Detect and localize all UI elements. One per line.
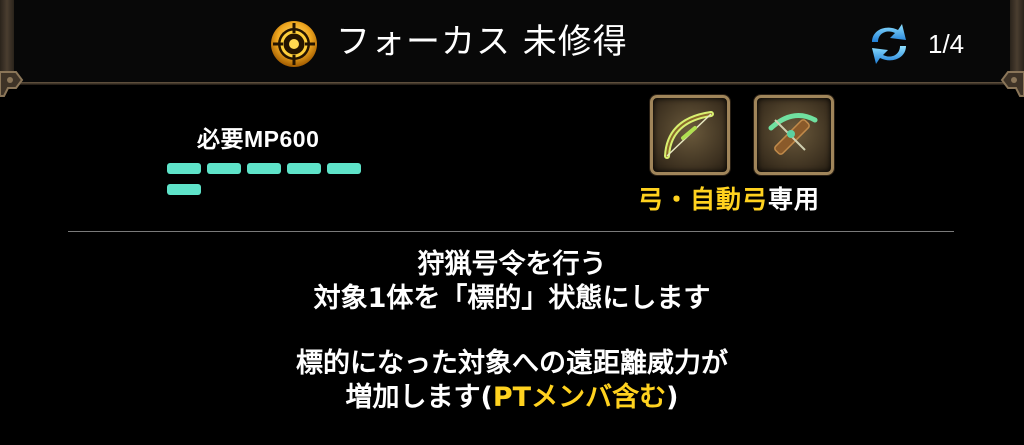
weapon-slot-crossbow[interactable] (754, 95, 834, 175)
mp-bar-segment (167, 163, 201, 174)
corner-ornament-left-icon (0, 71, 24, 97)
header-divider (0, 82, 1024, 85)
description-line-4: 増加します(PTメンバ含む) (0, 381, 1024, 415)
description-line-1: 狩猟号令を行う (417, 249, 607, 280)
weapon-types: 弓・自動弓 (638, 185, 769, 214)
description-highlight: PTメンバ含む (492, 382, 667, 413)
focus-crosshair-icon (271, 21, 317, 67)
description-line-3: 標的になった対象への遠距離威力が (296, 348, 728, 379)
section-divider (68, 231, 954, 232)
mp-cost-label: 必要MP600 (197, 126, 320, 152)
skill-title: フォーカス 未修得 (336, 22, 628, 62)
crossbow-icon (768, 113, 818, 155)
description-line-2: 対象1体を「標的」状態にします (313, 283, 711, 314)
weapon-restriction-text: 弓・自動弓専用 (638, 180, 820, 216)
description-line-4-prefix: 増加します (345, 382, 481, 413)
page-indicator: 1/4 (928, 29, 965, 59)
mp-bar-segment (207, 163, 241, 174)
paren-close: ) (666, 382, 679, 413)
bow-icon (664, 111, 714, 159)
cycle-arrows-icon[interactable] (864, 20, 914, 68)
corner-ornament-right-icon (1000, 71, 1024, 97)
paren-open: ( (480, 382, 493, 413)
weapon-restriction-suffix: 専用 (768, 185, 821, 214)
mp-bar-segment (287, 163, 321, 174)
mp-bar-segment (327, 163, 361, 174)
mp-bar-segment (167, 184, 201, 195)
mp-bar-segment (247, 163, 281, 174)
weapon-slot-bow[interactable] (650, 95, 730, 175)
